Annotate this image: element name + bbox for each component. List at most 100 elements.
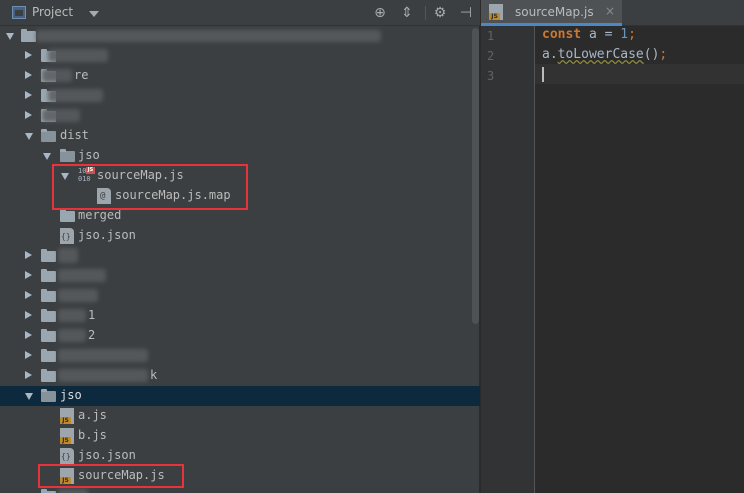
tree-label: k (150, 368, 158, 382)
project-tree: re dist jso 10 010 JS sourceMap.js @ sou… (0, 26, 480, 493)
code-line-1: const a = 1; (542, 27, 636, 47)
folder-icon (41, 289, 56, 302)
redacted-text (42, 109, 80, 122)
editor-tab-bar: sourceMap.js × (481, 0, 744, 26)
hide-icon[interactable]: ⊣ (457, 4, 475, 22)
tree-row[interactable] (0, 46, 470, 66)
expand-arrow-icon[interactable] (25, 393, 33, 400)
tree-label: jso (60, 388, 82, 402)
redacted-text (58, 369, 148, 382)
collapse-arrow-icon[interactable] (25, 111, 32, 119)
tree-row[interactable] (0, 246, 470, 266)
tab-sourcemap-js[interactable]: sourceMap.js × (481, 0, 622, 26)
keyword-token: const (542, 27, 582, 42)
tree-scrollbar[interactable] (472, 28, 479, 324)
tree-row[interactable] (0, 86, 470, 106)
tree-label: re (74, 68, 89, 82)
tree-row[interactable] (0, 286, 470, 306)
close-icon[interactable]: × (605, 4, 615, 18)
gear-icon[interactable]: ⚙ (431, 4, 449, 22)
tree-row[interactable]: 1 (0, 306, 470, 326)
folder-icon (60, 149, 75, 162)
tree-row-dist-jso-json[interactable]: jso.json (0, 226, 470, 246)
redacted-text (58, 269, 106, 282)
semicolon-token: ; (628, 27, 636, 42)
tree-row[interactable]: k (0, 366, 470, 386)
tree-row[interactable] (0, 346, 470, 366)
tree-label: merged (78, 208, 122, 222)
redacted-text (58, 329, 86, 342)
collapse-arrow-icon[interactable] (25, 311, 32, 319)
expand-arrow-icon[interactable] (6, 33, 14, 40)
collapse-icon[interactable]: ⇕ (398, 4, 416, 22)
tree-row[interactable]: re (0, 66, 470, 86)
folder-icon (41, 369, 56, 382)
js-file-icon (60, 408, 74, 424)
js-file-icon (489, 4, 503, 20)
expand-arrow-icon[interactable] (25, 133, 33, 140)
tree-label: a.js (78, 408, 107, 422)
redacted-text (58, 349, 148, 362)
tree-row-dist-jso[interactable]: jso (0, 146, 470, 166)
collapse-arrow-icon[interactable] (25, 291, 32, 299)
code-area[interactable]: const a = 1; a.toLowerCase(); (535, 26, 744, 493)
collapse-arrow-icon[interactable] (25, 91, 32, 99)
text-caret (542, 67, 544, 82)
tree-row-dist[interactable]: dist (0, 126, 470, 146)
redacted-text (58, 248, 78, 263)
tree-row-b-js[interactable]: b.js (0, 426, 470, 446)
json-file-icon (60, 448, 74, 464)
folder-icon (41, 129, 56, 142)
json-file-icon (60, 228, 74, 244)
editor-panel: sourceMap.js × 1 2 3 const a = 1; a.toLo… (481, 0, 744, 493)
collapse-arrow-icon[interactable] (25, 251, 32, 259)
highlight-box-dist-sourcemap (52, 164, 248, 210)
tree-row-root[interactable] (0, 26, 470, 46)
redacted-text (42, 69, 72, 82)
code-line-3-current (535, 64, 744, 84)
collapse-arrow-icon[interactable] (25, 51, 32, 59)
collapse-arrow-icon[interactable] (25, 331, 32, 339)
redacted-text (58, 489, 88, 493)
folder-icon (41, 329, 56, 342)
redacted-text (36, 30, 381, 42)
line-number: 1 (487, 29, 495, 43)
tree-row-jso-selected[interactable]: jso (0, 386, 480, 406)
folder-icon (41, 309, 56, 322)
target-icon[interactable]: ⊕ (371, 4, 389, 22)
project-panel: Project ⊕ ⇕ ⚙ ⊣ re dist jso 10 010 JS so… (0, 0, 480, 493)
collapse-arrow-icon[interactable] (25, 371, 32, 379)
tree-label: 2 (88, 328, 96, 342)
tree-row-a-js[interactable]: a.js (0, 406, 470, 426)
tree-row[interactable]: 2 (0, 326, 470, 346)
identifier-token: a = (581, 27, 621, 42)
folder-icon (21, 29, 36, 42)
expand-arrow-icon[interactable] (43, 153, 51, 160)
tree-label: jso.json (78, 448, 136, 462)
dropdown-arrow-icon[interactable] (89, 11, 99, 17)
redacted-text (48, 89, 103, 102)
number-token: 1 (620, 27, 629, 42)
identifier-token: a. (542, 47, 558, 62)
highlight-box-sourcemap (38, 464, 184, 488)
redacted-text (48, 49, 108, 62)
project-title[interactable]: Project (32, 5, 73, 19)
line-number: 3 (487, 69, 495, 83)
line-number-gutter: 1 2 3 (481, 26, 535, 493)
redacted-text (58, 309, 86, 322)
collapse-arrow-icon[interactable] (25, 271, 32, 279)
tree-row[interactable] (0, 266, 470, 286)
header-divider (425, 6, 426, 20)
collapse-arrow-icon[interactable] (25, 71, 32, 79)
tree-row[interactable] (0, 106, 470, 126)
collapse-arrow-icon[interactable] (25, 351, 32, 359)
tree-label: jso.json (78, 228, 136, 242)
project-header: Project ⊕ ⇕ ⚙ ⊣ (0, 0, 480, 26)
folder-icon (41, 389, 56, 402)
folder-icon (60, 209, 75, 222)
tree-label: jso (78, 148, 100, 162)
tree-label: dist (60, 128, 89, 142)
tree-row-jso-json[interactable]: jso.json (0, 446, 470, 466)
folder-icon (41, 269, 56, 282)
tree-label: b.js (78, 428, 107, 442)
